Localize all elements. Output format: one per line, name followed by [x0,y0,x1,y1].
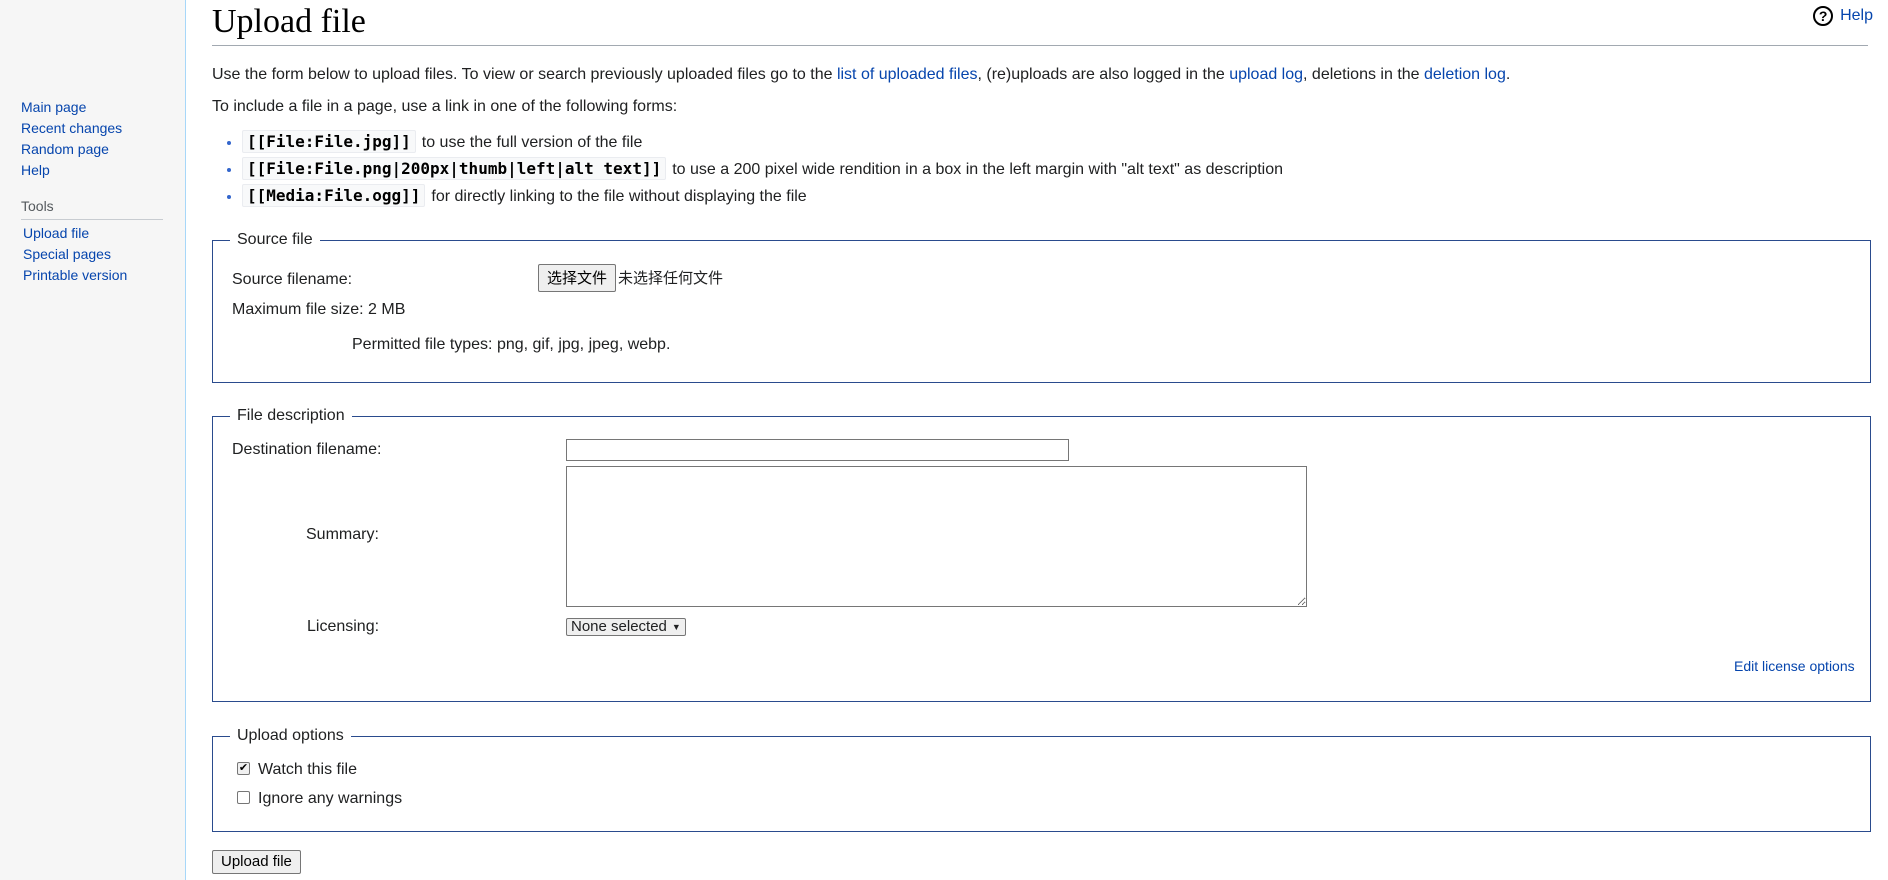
intro-text: , (re)uploads are also logged in the [977,66,1230,83]
form-description: to use a 200 pixel wide rendition in a b… [672,161,1284,178]
form-description: for directly linking to the file without… [431,188,807,205]
include-instructions: To include a file in a page, use a link … [212,98,678,115]
watch-file-label: Watch this file [258,761,357,778]
intro-paragraph: Use the form below to upload files. To v… [212,65,1510,85]
sidebar-item-main-page[interactable]: Main page [21,99,86,115]
destination-filename-label: Destination filename: [232,441,382,458]
file-description-legend: File description [237,407,345,424]
sidebar-item-random-page[interactable]: Random page [21,141,109,157]
upload-log-link[interactable]: upload log [1229,66,1303,83]
tools-heading: Tools [21,198,163,220]
max-file-size-text: Maximum file size: 2 MB [232,301,406,318]
licensing-label: Licensing: [307,618,380,635]
list-item: [[File:File.jpg]] to use the full version… [242,128,1283,155]
sidebar-item-recent-changes[interactable]: Recent changes [21,120,122,136]
tools-portal: Tools Upload file Special pages Printabl… [21,198,163,289]
sidebar-item-upload-file[interactable]: Upload file [23,225,89,241]
page-title: Upload file [212,3,366,40]
heading-divider [212,45,1868,46]
ignore-warnings-checkbox[interactable] [237,791,250,804]
destination-filename-input[interactable] [566,439,1069,461]
wikitext-code: [[File:File.jpg]] [242,130,416,153]
upload-options-fieldset: Upload options [212,727,1871,832]
licensing-select[interactable]: None selected ▼ [566,618,686,636]
intro-text: Use the form below to upload files. To v… [212,66,837,83]
link-forms-list: [[File:File.jpg]] to use the full version… [212,128,1283,209]
wikitext-code: [[File:File.png|200px|thumb|left|alt tex… [242,157,667,180]
sidebar-item-help[interactable]: Help [21,162,50,178]
list-item: [[File:File.png|200px|thumb|left|alt tex… [242,155,1283,182]
intro-text: , deletions in the [1303,66,1424,83]
help-link[interactable]: ? Help [1813,6,1873,26]
no-file-selected-text: 未选择任何文件 [618,269,724,287]
wikitext-code: [[Media:File.ogg]] [242,184,426,207]
choose-file-button[interactable]: 选择文件 [538,264,617,292]
ignore-warnings-label: Ignore any warnings [258,790,403,807]
source-file-fieldset: Source file [212,231,1871,383]
question-circle-icon: ? [1813,6,1834,26]
sidebar-item-special-pages[interactable]: Special pages [23,246,111,262]
licensing-selected-value: None selected [571,618,667,635]
form-description: to use the full version of the file [421,134,643,151]
dropdown-caret-icon: ▼ [671,622,681,632]
main-content: Upload file ? Help Use the form below to… [185,0,1888,880]
sidebar: Main page Recent changes Random page Hel… [0,0,184,880]
edit-license-options-link[interactable]: Edit license options [1734,656,1855,676]
source-file-legend: Source file [237,231,313,248]
intro-text: . [1505,66,1511,83]
deletion-log-link[interactable]: deletion log [1424,66,1506,83]
list-item: [[Media:File.ogg]] for directly linking t… [242,182,1283,209]
permitted-types-text: Permitted file types: png, gif, jpg, jpe… [352,336,671,353]
navigation-portal: Main page Recent changes Random page Hel… [21,100,163,184]
watch-file-checkbox[interactable]: ✔ [237,762,250,775]
source-filename-label: Source filename: [232,271,353,288]
help-link-label: Help [1840,7,1873,24]
uploaded-files-link[interactable]: list of uploaded files [837,66,978,83]
upload-file-button[interactable]: Upload file [212,850,301,874]
summary-textarea[interactable] [566,466,1307,607]
summary-label: Summary: [306,526,379,543]
sidebar-item-printable-version[interactable]: Printable version [23,267,127,283]
upload-options-legend: Upload options [237,727,344,744]
